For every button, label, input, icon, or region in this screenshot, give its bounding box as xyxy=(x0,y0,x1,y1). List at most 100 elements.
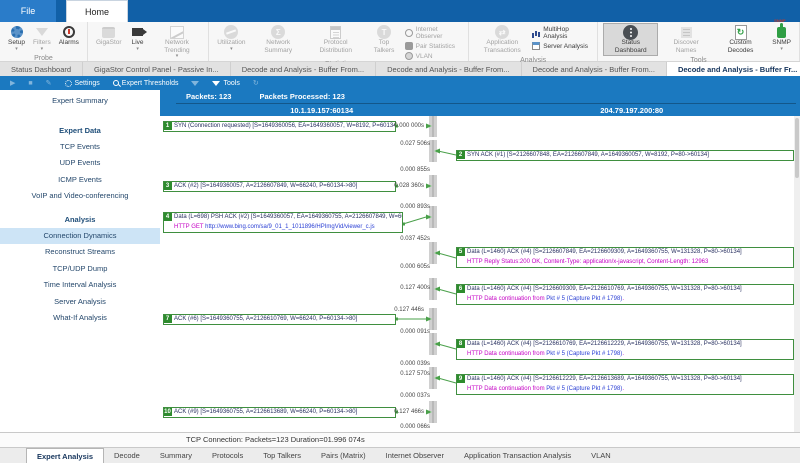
sidebar-item-tcp-udp-dump[interactable]: TCP/UDP Dump xyxy=(0,261,160,278)
ribbon-item-label: MultiHop Analysis xyxy=(543,26,592,40)
packet-box-3[interactable]: 3ACK (#2) [S=1649360057, A=2126607849, W… xyxy=(163,181,396,192)
discover-icon xyxy=(678,25,694,39)
sidebar-item-connection-dynamics[interactable]: Connection Dynamics xyxy=(0,228,160,245)
ribbon-item-label: Protocol Distribution xyxy=(311,39,360,54)
sidebar-item-icmp-events[interactable]: ICMP Events xyxy=(0,172,160,189)
packet-box-8[interactable]: 8Data (L=1460) ACK (#4) [S=2126610769, E… xyxy=(456,339,794,360)
sidebar-item-reconstruct-streams[interactable]: Reconstruct Streams xyxy=(0,244,160,261)
sidebar-item-tcp-events[interactable]: TCP Events xyxy=(0,139,160,156)
alarms-icon xyxy=(61,25,77,39)
ribbon-item-top-talkers[interactable]: TTop Talkers xyxy=(365,23,402,56)
sidebar-item-udp-events[interactable]: UDP Events xyxy=(0,155,160,172)
ribbon-item-vlan[interactable]: VLAN xyxy=(405,52,464,60)
ribbon-group-tools: Status DashboardDiscover Names↻Custom De… xyxy=(598,22,800,61)
ribbon-item-filters[interactable]: Filters▾ xyxy=(30,23,54,54)
ribbon-item-label: Top Talkers xyxy=(368,39,399,54)
sigma-icon: Σ xyxy=(270,25,286,39)
time-label: 0.000 605s xyxy=(375,264,430,271)
packet-summary-text: ACK (#9) [S=1649360755, A=2126613689, W=… xyxy=(174,408,395,418)
ribbon-item-discover-names[interactable]: Discover Names xyxy=(660,23,711,56)
ribbon-item-utilization[interactable]: Utilization▾ xyxy=(214,23,248,54)
sidebar-item-expert-summary[interactable]: Expert Summary xyxy=(0,90,160,110)
packet-box-9[interactable]: 9Data (L=1460) ACK (#4) [S=2126612229, E… xyxy=(456,374,794,395)
packet-summary-text: Data (L=1460) ACK (#4) [S=2126612229, EA… xyxy=(467,375,793,385)
ribbon-item-label: Network Trending xyxy=(154,39,201,54)
bottom-tab-summary[interactable]: Summary xyxy=(150,448,202,463)
doc-tab-label: Status Dashboard xyxy=(11,65,71,74)
doc-tab-status-dashboard[interactable]: Status Dashboard xyxy=(0,62,83,76)
ribbon-item-internet-observer[interactable]: Internet Observer xyxy=(405,26,464,40)
bottom-tab-decode[interactable]: Decode xyxy=(104,448,150,463)
doc-tab-decode-and-analysis-buffer-from[interactable]: Decode and Analysis - Buffer From... xyxy=(231,62,376,76)
doc-tab-decode-and-analysis-buffer-fr[interactable]: Decode and Analysis - Buffer Fr...× xyxy=(667,62,800,76)
settings-button[interactable]: Settings xyxy=(65,80,100,87)
packet-box-5[interactable]: 5Data (L=1460) ACK (#4) [S=2126607849, E… xyxy=(456,247,794,268)
decodes-icon: ↻ xyxy=(733,25,749,39)
sidebar-item-server-analysis[interactable]: Server Analysis xyxy=(0,294,160,311)
bottom-tab-expert-analysis[interactable]: Expert Analysis xyxy=(26,448,104,463)
packet-box-6[interactable]: 6Data (L=1460) ACK (#4) [S=2126609309, E… xyxy=(456,284,794,305)
stop-button[interactable]: ■ xyxy=(28,80,32,87)
setup-icon xyxy=(9,25,25,39)
apptrans-icon: ⇄ xyxy=(494,25,510,39)
pair-icon xyxy=(405,42,413,50)
bottom-tab-protocols[interactable]: Protocols xyxy=(202,448,253,463)
tab-home[interactable]: Home xyxy=(66,0,128,22)
ribbon-item-snmp[interactable]: SNMP▾ xyxy=(769,23,794,54)
search-icon xyxy=(113,80,119,86)
vlan-icon xyxy=(405,52,413,60)
sidebar-item-time-interval-analysis[interactable]: Time Interval Analysis xyxy=(0,277,160,294)
doc-tab-decode-and-analysis-buffer-from[interactable]: Decode and Analysis - Buffer From... xyxy=(376,62,521,76)
start-button[interactable]: ▶ xyxy=(10,80,15,87)
ribbon-item-custom-decodes[interactable]: ↻Custom Decodes xyxy=(714,23,767,56)
connection-status: TCP Connection: Packets=123 Duration=01.… xyxy=(0,432,800,447)
ribbon-item-status-dashboard[interactable]: Status Dashboard xyxy=(603,23,658,56)
ribbon-item-application-transactions[interactable]: ⇄Application Transactions xyxy=(474,23,530,56)
ribbon-item-pair-statistics[interactable]: Pair Statistics xyxy=(405,42,464,50)
ribbon-group-analysis: ⇄Application Transactions MultiHop Analys… xyxy=(469,22,598,61)
ribbon-item-live[interactable]: Live▾ xyxy=(127,23,149,54)
bottom-tab-pairs-matrix[interactable]: Pairs (Matrix) xyxy=(311,448,376,463)
doc-tab-gigastor-control-panel-passive-in[interactable]: GigaStor Control Panel - Passive In... xyxy=(83,62,231,76)
ribbon-item-label: Internet Observer xyxy=(416,26,464,40)
ribbon-item-protocol-distribution[interactable]: Protocol Distribution xyxy=(308,23,363,56)
ribbon-item-setup[interactable]: Setup▾ xyxy=(5,23,28,54)
packet-box-10[interactable]: 10ACK (#9) [S=1649360755, A=2126613689, … xyxy=(163,407,396,418)
bottom-tab-vlan[interactable]: VLAN xyxy=(581,448,621,463)
packet-summary-text: Data (L=1460) ACK (#4) [S=2126607849, EA… xyxy=(467,248,793,258)
packet-box-7[interactable]: 7ACK (#6) [S=1649360755, A=2126610769, W… xyxy=(163,314,396,325)
scrollbar-thumb[interactable] xyxy=(795,118,799,178)
packet-summary-text: Data (L=698) PSH ACK (#2) [S=1649360057,… xyxy=(174,213,402,223)
bottom-tab-application-transaction-analysis[interactable]: Application Transaction Analysis xyxy=(454,448,581,463)
ribbon-item-label: Alarms xyxy=(59,39,79,47)
ribbon-item-alarms[interactable]: Alarms xyxy=(56,23,82,49)
ribbon-item-multihop-analysis[interactable]: MultiHop Analysis xyxy=(532,26,592,40)
vertical-scrollbar[interactable] xyxy=(794,116,800,432)
packet-box-4[interactable]: 4Data (L=698) PSH ACK (#2) [S=1649360057… xyxy=(163,212,403,233)
dropdown-caret-icon: ▾ xyxy=(15,47,18,52)
refresh-button[interactable]: ↻ xyxy=(253,80,259,87)
expert-thresholds-button[interactable]: Expert Thresholds xyxy=(113,80,179,87)
sidebar-item-voip-and-video-conferencing[interactable]: VoIP and Video-conferencing xyxy=(0,188,160,205)
bottom-tab-internet-observer[interactable]: Internet Observer xyxy=(376,448,454,463)
edit-button[interactable]: ✎ xyxy=(46,80,52,87)
ribbon-item-network-summary[interactable]: ΣNetwork Summary xyxy=(250,23,305,56)
ribbon-item-label: Application Transactions xyxy=(477,39,527,54)
bottom-tab-top-talkers[interactable]: Top Talkers xyxy=(253,448,311,463)
tools-button[interactable]: Tools xyxy=(212,80,239,87)
title-bar: File Home xyxy=(0,0,800,22)
doc-tab-decode-and-analysis-buffer-from[interactable]: Decode and Analysis - Buffer From... xyxy=(522,62,667,76)
ribbon-item-server-analysis[interactable]: Server Analysis xyxy=(532,42,592,50)
ribbon-item-network-trending[interactable]: Network Trending▾ xyxy=(151,23,204,61)
ribbon-group-capture: GigaStorLive▾Network Trending▾Capture xyxy=(88,22,209,61)
packet-box-2[interactable]: 2SYN ACK (#1) [S=2126607848, EA=21266078… xyxy=(456,150,794,161)
packet-number-badge: 4 xyxy=(163,212,172,221)
ribbon-item-gigastor[interactable]: GigaStor xyxy=(93,23,125,49)
play-icon: ▶ xyxy=(10,80,15,87)
packet-box-1[interactable]: 1SYN (Connection requested) [S=164936005… xyxy=(163,121,396,132)
filter-button[interactable] xyxy=(191,81,199,86)
endpoint-header: 10.1.19.157:60134 204.79.197.200:80 xyxy=(176,103,796,117)
time-label: 0.127 466s xyxy=(369,409,424,416)
sidebar-item-what-if-analysis[interactable]: What-If Analysis xyxy=(0,310,160,327)
tab-file[interactable]: File xyxy=(0,0,56,22)
